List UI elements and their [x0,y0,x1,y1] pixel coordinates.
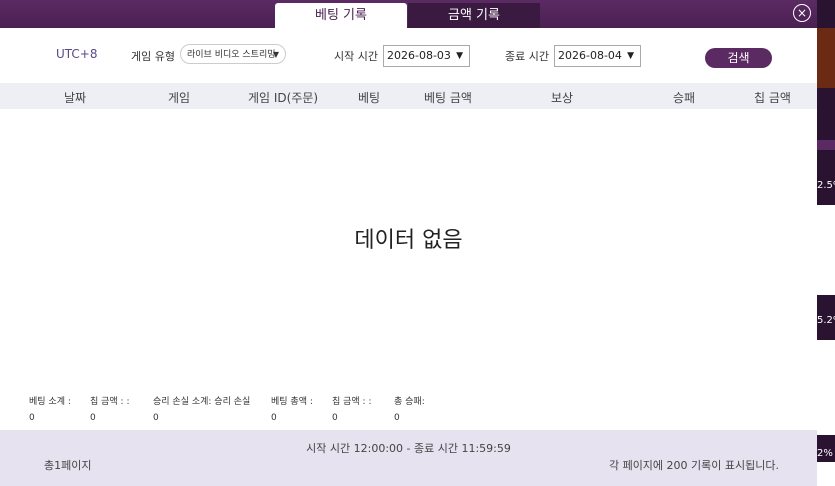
start-date-value: 2026-08-03 [387,49,451,62]
summary-label: 칩 금액 : : [332,397,372,407]
background-road-grid [817,205,835,295]
column-win-loss: 승패 [673,91,696,105]
summary-chip-amount-total: 칩 금액 : : 0 [332,394,372,423]
search-button[interactable]: 검색 [705,48,772,68]
timezone-label: UTC+8 [56,47,98,61]
chevron-down-icon: ▼ [627,51,634,61]
summary-bar: 베팅 소계 : 0 칩 금액 : : 0 승리 손실 소계: 승리 손실 0 베… [0,394,817,426]
pagination-footer: 시작 시간 12:00:00 - 종료 시간 11:59:59 총1페이지 각 … [0,430,817,486]
game-type-label: 게임 유형 [131,50,175,63]
background-road-grid [817,340,835,435]
close-icon[interactable]: × [793,4,811,22]
summary-chip-amount: 칩 금액 : : 0 [90,394,130,423]
records-per-page-text: 각 페이지에 200 기록이 표시됩니다. [608,459,779,472]
filter-bar: UTC+8 게임 유형 라이브 비디오 스트리밍 ▼ 시작 시간 2026-08… [0,40,817,74]
summary-bet-total: 베팅 총액 : 0 [271,394,313,423]
time-range-text: 시작 시간 12:00:00 - 종료 시간 11:59:59 [306,442,511,455]
chevron-down-icon: ▼ [272,50,279,59]
column-reward: 보상 [551,91,574,105]
summary-value: 0 [90,413,96,423]
column-chip-amount: 칩 금액 [754,91,791,105]
empty-state-message: 데이터 없음 [354,228,463,253]
summary-value: 0 [153,413,159,423]
summary-value: 0 [29,413,35,423]
end-date-value: 2026-08-04 [558,49,622,62]
chevron-down-icon: ▼ [456,51,463,61]
background-rate-text: 2.5% [817,180,835,191]
background-rate-text: 2% [817,448,833,459]
page-count-text: 총1페이지 [44,459,92,472]
column-game-id: 게임 ID(주문) [248,91,319,105]
game-type-value: 라이브 비디오 스트리밍 [187,50,276,60]
summary-value: 0 [394,413,400,423]
betting-record-modal: 베팅 기록 금액 기록 × UTC+8 게임 유형 라이브 비디오 스트리밍 ▼… [0,0,817,486]
tab-amount-record[interactable]: 금액 기록 [408,3,540,28]
summary-label: 베팅 총액 : [271,397,313,407]
summary-label: 승리 손실 소계: 승리 손실 [153,397,251,407]
summary-label: 칩 금액 : : [90,397,130,407]
end-date-select[interactable]: 2026-08-04 ▼ [554,45,641,67]
start-date-select[interactable]: 2026-08-03 ▼ [383,45,470,67]
summary-value: 0 [271,413,277,423]
background-game-banner [817,28,835,88]
column-bet: 베팅 [358,91,381,105]
end-time-label: 종료 시간 [505,50,549,63]
column-date: 날짜 [64,91,87,105]
start-time-label: 시작 시간 [334,50,378,63]
modal-top-bar: 베팅 기록 금액 기록 × [0,0,817,28]
summary-label: 총 승패: [394,397,425,407]
background-rate-text: 5.2% [817,315,835,326]
summary-win-loss-subtotal: 승리 손실 소계: 승리 손실 0 [153,394,250,423]
summary-total-win-loss: 총 승패: 0 [394,394,425,423]
column-game: 게임 [168,91,191,105]
summary-bet-subtotal: 베팅 소계 : 0 [29,394,71,423]
summary-value: 0 [332,413,338,423]
tab-betting-record[interactable]: 베팅 기록 [275,3,407,28]
background-road-grid [817,462,835,486]
game-type-select[interactable]: 라이브 비디오 스트리밍 ▼ [180,44,286,64]
background-strip [817,140,835,150]
column-bet-amount: 베팅 금액 [424,91,472,105]
summary-label: 베팅 소계 : [29,397,71,407]
table-header: 날짜 게임 게임 ID(주문) 베팅 베팅 금액 보상 승패 칩 금액 [0,83,817,109]
